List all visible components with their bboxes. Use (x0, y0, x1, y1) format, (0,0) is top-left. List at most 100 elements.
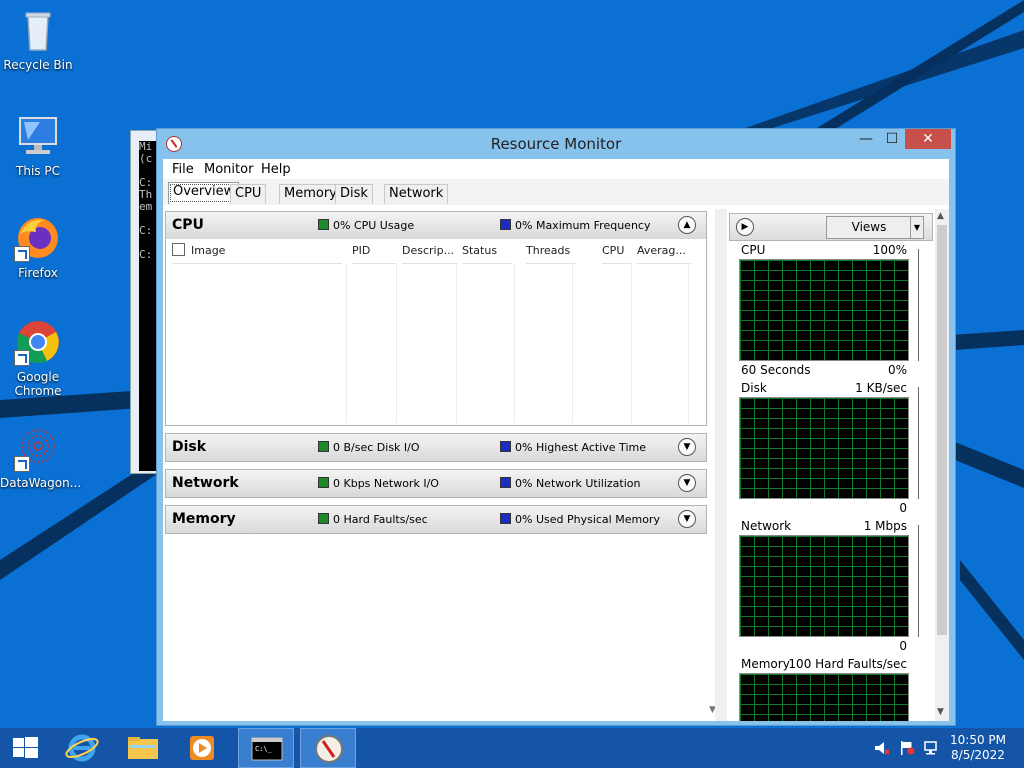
tab-overview[interactable]: Overview (168, 182, 240, 204)
resource-monitor-window[interactable]: Resource Monitor — ☐ ✕ File Monitor Help… (156, 128, 956, 726)
scroll-down-arrow-icon[interactable]: ▼ (937, 707, 944, 717)
menu-bar: File Monitor Help (163, 159, 949, 179)
taskbar-file-explorer[interactable] (114, 728, 170, 768)
green-legend-icon (318, 219, 329, 230)
cpu-process-table: Image PID Descrip... Status Threads CPU … (165, 239, 707, 426)
graph-plot (739, 673, 909, 721)
system-clock[interactable]: 10:50 PM 8/5/2022 (950, 733, 1006, 763)
graph-min: 0 (899, 639, 907, 653)
menu-monitor[interactable]: Monitor (204, 162, 253, 177)
disk-io-metric: 0 B/sec Disk I/O (333, 441, 420, 454)
views-dropdown-arrow-icon[interactable]: ▼ (910, 216, 924, 239)
views-button[interactable]: Views (826, 216, 912, 239)
desktop-icon-firefox[interactable]: Firefox (0, 214, 76, 280)
shortcut-arrow-icon (14, 456, 30, 472)
taskbar-media-player[interactable] (174, 728, 230, 768)
graph-name: CPU (741, 243, 766, 257)
scroll-up-arrow-icon[interactable]: ▲ (937, 211, 944, 221)
desktop-icon-label: This PC (16, 164, 60, 178)
shortcut-arrow-icon (14, 246, 30, 262)
graph-max: 100% (872, 243, 907, 257)
tab-network[interactable]: Network (384, 184, 449, 204)
svg-text:C:\_: C:\_ (255, 745, 273, 753)
title-bar[interactable]: Resource Monitor — ☐ ✕ (157, 129, 955, 159)
taskbar: C:\_ 10:50 PM 8/5/2022 (0, 728, 1024, 768)
taskbar-internet-explorer[interactable] (54, 728, 110, 768)
graph-network: Network 1 Mbps 0 (739, 519, 919, 655)
graph-name: Memory (741, 657, 790, 671)
graph-plot (739, 259, 909, 361)
column-header-cpu[interactable]: CPU (602, 239, 632, 264)
close-button[interactable]: ✕ (905, 129, 951, 149)
expand-chevron-icon[interactable]: ▼ (678, 510, 696, 528)
action-center-flag-icon[interactable] (899, 741, 915, 755)
section-header-network[interactable]: Network 0 Kbps Network I/O 0% Network Ut… (165, 469, 707, 498)
section-header-cpu[interactable]: CPU 0% CPU Usage 0% Maximum Frequency ▲ (165, 211, 707, 240)
disk-active-time-metric: 0% Highest Active Time (515, 441, 646, 454)
media-player-icon (190, 736, 214, 760)
menu-help[interactable]: Help (261, 162, 291, 177)
resource-monitor-icon (315, 735, 343, 763)
desktop-icon-label: Recycle Bin (3, 58, 73, 72)
network-utilization-metric: 0% Network Utilization (515, 477, 641, 490)
desktop-icon-this-pc[interactable]: This PC (0, 112, 76, 178)
graphs-toolbar: ▶ Views ▼ (729, 213, 933, 241)
desktop-icon-label: Google Chrome (14, 370, 62, 398)
tab-disk[interactable]: Disk (335, 184, 373, 204)
section-title: Network (172, 475, 239, 491)
graph-name: Network (741, 519, 792, 533)
taskbar-resource-monitor[interactable] (300, 728, 356, 768)
minimize-button[interactable]: — (853, 129, 879, 149)
column-header-threads[interactable]: Threads (526, 239, 576, 264)
collapse-pane-arrow-icon[interactable]: ▶ (736, 218, 754, 236)
section-title: Memory (172, 511, 236, 527)
blue-legend-icon (500, 513, 511, 524)
expand-chevron-icon[interactable]: ▼ (678, 474, 696, 492)
scrollbar-thumb[interactable] (937, 225, 947, 635)
maximize-button[interactable]: ☐ (879, 129, 905, 149)
desktop-icon-label: DataWagon... (0, 476, 82, 490)
network-icon[interactable] (922, 741, 938, 755)
graph-plot (739, 535, 909, 637)
graph-min: 0 (899, 501, 907, 515)
graph-plot (739, 397, 909, 499)
graphs-pane: ▶ Views ▼ CPU 100% 60 Seconds 0% Disk 1 … (729, 209, 949, 721)
section-header-disk[interactable]: Disk 0 B/sec Disk I/O 0% Highest Active … (165, 433, 707, 462)
column-header-average-cpu[interactable]: Averag... (637, 239, 691, 264)
select-all-checkbox[interactable] (172, 243, 185, 256)
collapse-chevron-icon[interactable]: ▲ (678, 216, 696, 234)
firefox-icon (14, 214, 62, 262)
graphs-scrollbar[interactable]: ▲ ▼ (935, 209, 949, 721)
computer-icon (14, 112, 62, 160)
desktop-icon-recycle-bin[interactable]: Recycle Bin (0, 6, 76, 72)
taskbar-command-prompt[interactable]: C:\_ (238, 728, 294, 768)
blue-legend-icon (500, 219, 511, 230)
menu-file[interactable]: File (172, 162, 194, 177)
expand-chevron-icon[interactable]: ▼ (678, 438, 696, 456)
column-header-pid[interactable]: PID (352, 239, 396, 264)
graph-disk: Disk 1 KB/sec 0 (739, 381, 919, 517)
speaker-muted-icon[interactable] (874, 741, 890, 755)
green-legend-icon (318, 477, 329, 488)
column-header-status[interactable]: Status (462, 239, 512, 264)
pane-splitter[interactable] (715, 209, 727, 721)
window-client: File Monitor Help Overview CPU Memory Di… (163, 159, 949, 721)
green-legend-icon (318, 441, 329, 452)
desktop-icon-label: Firefox (18, 266, 58, 280)
tab-bar: Overview CPU Memory Disk Network (163, 179, 949, 205)
tab-memory[interactable]: Memory (279, 184, 342, 204)
desktop-icon-google-chrome[interactable]: Google Chrome (0, 318, 76, 398)
chrome-icon (14, 318, 62, 366)
graph-max: 1 Mbps (863, 519, 907, 533)
cpu-frequency-metric: 0% Maximum Frequency (515, 219, 651, 232)
column-header-description[interactable]: Descrip... (402, 239, 458, 264)
section-header-memory[interactable]: Memory 0 Hard Faults/sec 0% Used Physica… (165, 505, 707, 534)
graph-min: 0% (887, 363, 907, 377)
tab-cpu[interactable]: CPU (230, 184, 267, 204)
start-button[interactable] (0, 728, 56, 768)
graph-cpu: CPU 100% 60 Seconds 0% (739, 243, 919, 379)
graph-name: Disk (741, 381, 767, 395)
desktop-icon-datawagon[interactable]: DataWagon... (0, 424, 81, 490)
column-header-image[interactable]: Image (172, 239, 342, 264)
section-title: Disk (172, 439, 207, 455)
